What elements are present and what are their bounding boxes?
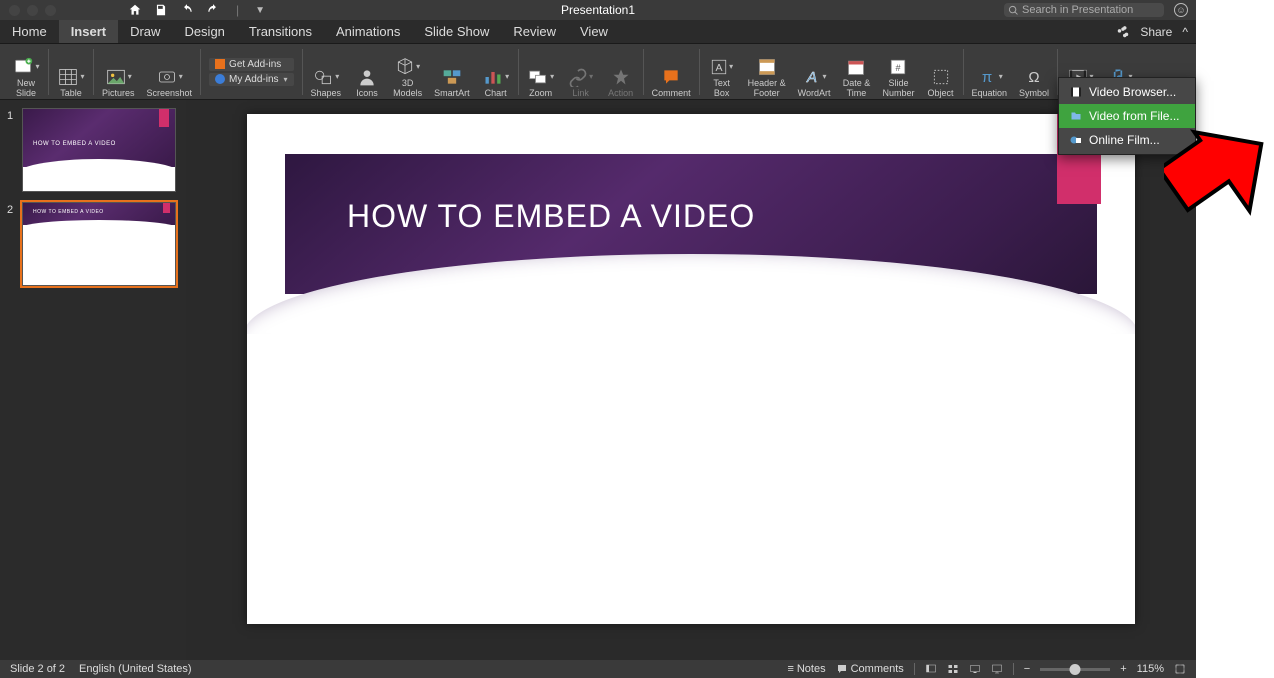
- header-footer-button[interactable]: Header & Footer: [742, 45, 792, 99]
- document-title: Presentation1: [561, 3, 635, 17]
- video-from-file-label: Video from File...: [1089, 109, 1179, 123]
- language-indicator[interactable]: English (United States): [79, 663, 192, 675]
- search-icon: [1008, 5, 1019, 16]
- slide-canvas-area[interactable]: HOW TO EMBED A VIDEO: [186, 100, 1196, 660]
- zoom-level[interactable]: 115%: [1137, 663, 1164, 675]
- sorter-view-icon[interactable]: [947, 663, 959, 675]
- svg-text:π: π: [982, 69, 992, 86]
- comments-button[interactable]: Comments: [836, 663, 904, 675]
- video-from-file-item[interactable]: Video from File...: [1059, 104, 1195, 128]
- tab-transitions[interactable]: Transitions: [237, 20, 324, 43]
- symbol-button[interactable]: Ω Symbol: [1013, 45, 1055, 99]
- chart-button[interactable]: ▾ Chart: [476, 45, 516, 99]
- folder-icon: [1069, 110, 1083, 122]
- film-strip-icon: [1069, 86, 1083, 98]
- thumb-number-1: 1: [4, 108, 16, 192]
- link-button[interactable]: ▾ Link: [561, 45, 601, 99]
- 3d-models-button[interactable]: ▾ 3D Models: [387, 45, 428, 99]
- svg-text:Ω: Ω: [1028, 69, 1039, 86]
- status-bar: Slide 2 of 2 English (United States) ≡ N…: [0, 660, 1196, 678]
- ribbon-tabs: Home Insert Draw Design Transitions Anim…: [0, 20, 1196, 44]
- zoom-out[interactable]: −: [1024, 663, 1030, 675]
- icons-button[interactable]: Icons: [347, 45, 387, 99]
- zoom-in[interactable]: +: [1120, 663, 1126, 675]
- get-addins-button[interactable]: Get Add-ins: [209, 58, 293, 71]
- close-window[interactable]: [9, 5, 20, 16]
- normal-view-icon[interactable]: [925, 663, 937, 675]
- slide-title[interactable]: HOW TO EMBED A VIDEO: [347, 198, 755, 235]
- tab-slideshow[interactable]: Slide Show: [412, 20, 501, 43]
- tab-design[interactable]: Design: [172, 20, 236, 43]
- shapes-button[interactable]: ▾ Shapes: [305, 45, 348, 99]
- feedback-icon[interactable]: ☺: [1174, 3, 1188, 17]
- powerpoint-window: | ▼ Presentation1 Search in Presentation…: [0, 0, 1196, 678]
- minimize-window[interactable]: [27, 5, 38, 16]
- wordart-button[interactable]: A▾ WordArt: [792, 45, 837, 99]
- action-button[interactable]: Action: [601, 45, 641, 99]
- textbox-button[interactable]: A▾ Text Box: [702, 45, 742, 99]
- thumb-number-2: 2: [4, 202, 16, 286]
- slide-thumb-1[interactable]: HOW TO EMBED A VIDEO: [22, 108, 176, 192]
- fit-to-window-icon[interactable]: [1174, 663, 1186, 675]
- slide-thumbnails: 1 HOW TO EMBED A VIDEO 2 HOW TO EMBED A …: [0, 100, 186, 660]
- redo-icon[interactable]: [206, 3, 220, 17]
- video-browser-item[interactable]: Video Browser...: [1059, 80, 1195, 104]
- my-addins-button[interactable]: My Add-ins▾: [209, 73, 293, 86]
- svg-text:#: #: [896, 62, 901, 72]
- date-time-button[interactable]: Date & Time: [836, 45, 876, 99]
- tab-view[interactable]: View: [568, 20, 620, 43]
- share-icon: [1116, 25, 1130, 39]
- thumb-1-title: HOW TO EMBED A VIDEO: [33, 141, 116, 147]
- thumb-2-title: HOW TO EMBED A VIDEO: [33, 209, 104, 215]
- svg-text:A: A: [716, 61, 723, 73]
- tab-insert[interactable]: Insert: [59, 20, 118, 43]
- annotation-arrow: [1164, 126, 1274, 246]
- title-bar: | ▼ Presentation1 Search in Presentation…: [0, 0, 1196, 20]
- tab-draw[interactable]: Draw: [118, 20, 172, 43]
- search-input[interactable]: Search in Presentation: [1004, 3, 1164, 17]
- online-film-label: Online Film...: [1089, 133, 1160, 147]
- smartart-button[interactable]: SmartArt: [428, 45, 476, 99]
- undo-icon[interactable]: [180, 3, 194, 17]
- notes-button[interactable]: ≡ Notes: [787, 663, 825, 675]
- reading-view-icon[interactable]: [969, 663, 981, 675]
- tab-review[interactable]: Review: [501, 20, 568, 43]
- video-browser-label: Video Browser...: [1089, 85, 1176, 99]
- save-icon[interactable]: [154, 3, 168, 17]
- search-placeholder: Search in Presentation: [1022, 4, 1133, 16]
- table-button[interactable]: ▾ Table: [51, 45, 91, 99]
- globe-film-icon: [1069, 134, 1083, 146]
- tab-home[interactable]: Home: [0, 20, 59, 43]
- ribbon-insert: ▾ New Slide ▾ Table ▾ Pictures ▾ Screens…: [0, 44, 1196, 100]
- collapse-ribbon-icon[interactable]: ^: [1182, 25, 1188, 39]
- slideshow-view-icon[interactable]: [991, 663, 1003, 675]
- work-area: 1 HOW TO EMBED A VIDEO 2 HOW TO EMBED A …: [0, 100, 1196, 660]
- comment-button[interactable]: Comment: [646, 45, 697, 99]
- comment-icon: [836, 663, 848, 675]
- equation-button[interactable]: π▾ Equation: [966, 45, 1014, 99]
- zoom-window[interactable]: [45, 5, 56, 16]
- window-controls[interactable]: [0, 5, 56, 16]
- pictures-button[interactable]: ▾ Pictures: [96, 45, 141, 99]
- tab-animations[interactable]: Animations: [324, 20, 412, 43]
- object-button[interactable]: Object: [921, 45, 961, 99]
- share-button[interactable]: Share: [1140, 25, 1172, 39]
- zoom-slider[interactable]: [1040, 668, 1110, 671]
- home-icon[interactable]: [128, 3, 142, 17]
- slide-indicator: Slide 2 of 2: [10, 663, 65, 675]
- screenshot-button[interactable]: ▾ Screenshot: [141, 45, 199, 99]
- qat-customize[interactable]: ▼: [255, 5, 265, 16]
- new-slide-button[interactable]: ▾ New Slide: [6, 45, 46, 99]
- zoom-button[interactable]: ▾ Zoom: [521, 45, 561, 99]
- slide-number-button[interactable]: # Slide Number: [876, 45, 920, 99]
- svg-text:A: A: [806, 69, 817, 86]
- slide-2[interactable]: HOW TO EMBED A VIDEO: [247, 114, 1135, 624]
- slide-thumb-2[interactable]: HOW TO EMBED A VIDEO: [22, 202, 176, 286]
